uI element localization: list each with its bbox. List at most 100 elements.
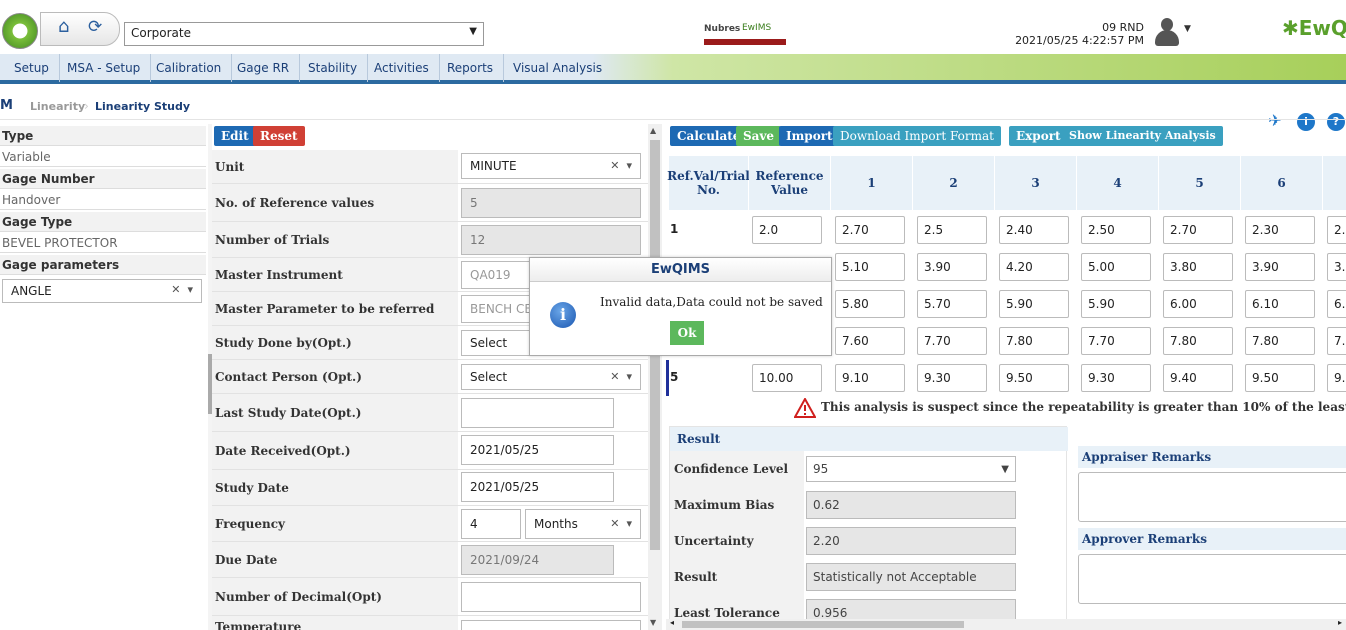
trial-value-input[interactable]: 5.10 — [835, 253, 905, 281]
trial-value-input[interactable]: 3.90 — [1245, 253, 1315, 281]
trial-value-input[interactable]: 9.50 — [999, 364, 1069, 392]
scroll-down-icon[interactable]: ▼ — [650, 618, 656, 627]
trial-value-input[interactable]: 9.50 — [1245, 364, 1315, 392]
trial-value-input[interactable]: 5.70 — [917, 290, 987, 318]
trial-value-input[interactable]: 6.10 — [1245, 290, 1315, 318]
repeatability-warning: This analysis is suspect since the repea… — [821, 400, 1346, 414]
unit-select[interactable]: MINUTE ✕ ▾ — [461, 153, 641, 179]
gage-params-select[interactable]: ANGLE ✕ ▾ — [2, 279, 202, 303]
company-select[interactable]: Corporate ▼ — [124, 22, 484, 46]
trial-value-input[interactable]: 5.90 — [1081, 290, 1151, 318]
trial-value-input[interactable]: 9.40 — [1163, 364, 1233, 392]
menu-msa-setup[interactable]: MSA - Setup — [57, 54, 152, 82]
num-ref-label: No. of Reference values — [212, 184, 458, 221]
menu-visual-analysis[interactable]: Visual Analysis — [503, 54, 612, 82]
scroll-right-icon[interactable]: ▸ — [1338, 618, 1342, 627]
reset-button[interactable]: Reset — [253, 126, 305, 146]
menu-calibration[interactable]: Calibration — [146, 54, 233, 82]
trial-value-input[interactable]: 9.30 — [1081, 364, 1151, 392]
clear-caret-icon[interactable]: ✕ ▾ — [610, 159, 632, 172]
breadcrumb-parent[interactable]: Linearity — [30, 100, 85, 113]
trial-value-input[interactable]: 2.30 — [1245, 216, 1315, 244]
trial-value-input[interactable]: 2.70 — [1163, 216, 1233, 244]
export-button[interactable]: Export — [1009, 126, 1068, 146]
trial-value-input[interactable]: 6.0 — [1327, 290, 1346, 318]
last-study-field[interactable] — [461, 398, 614, 428]
trial-value-input[interactable]: 2.5 — [1327, 216, 1346, 244]
trial-value-input[interactable]: 3.90 — [917, 253, 987, 281]
contact-select[interactable]: Select ✕ ▾ — [461, 364, 641, 390]
date-recv-row: Date Received(Opt.) 2021/05/25 — [212, 432, 648, 470]
trial-value-input[interactable]: 9.30 — [917, 364, 987, 392]
num-trials-field: 12 — [461, 225, 641, 255]
trial-value-input[interactable]: 3.9 — [1327, 253, 1346, 281]
trial-value-input[interactable]: 7.80 — [1163, 327, 1233, 355]
trial-value-input[interactable]: 5.80 — [835, 290, 905, 318]
decimal-field[interactable] — [461, 582, 641, 612]
breadcrumb-separator-icon: › — [84, 99, 89, 113]
avatar[interactable] — [1152, 16, 1182, 46]
date-recv-field[interactable]: 2021/05/25 — [461, 435, 614, 465]
menu-gage-rr[interactable]: Gage RR — [227, 54, 301, 82]
menu-reports[interactable]: Reports — [437, 54, 505, 82]
trial-value-input[interactable]: 5.90 — [999, 290, 1069, 318]
download-import-format-button[interactable]: Download Import Format — [833, 126, 1001, 146]
breadcrumb-current: Linearity Study — [95, 100, 191, 113]
show-linearity-analysis-button[interactable]: Show Linearity Analysis — [1062, 126, 1223, 146]
save-button[interactable]: Save — [736, 126, 782, 146]
trial-value-input[interactable]: 7.8 — [1327, 327, 1346, 355]
temperature-field[interactable] — [461, 620, 641, 630]
trial-value-input[interactable]: 2.70 — [835, 216, 905, 244]
temperature-label: Temperature — [212, 616, 458, 630]
import-button[interactable]: Import — [779, 126, 840, 146]
menu-activities[interactable]: Activities — [364, 54, 440, 82]
frequency-unit-select[interactable]: Months ✕ ▾ — [525, 509, 641, 539]
trial-value-input[interactable]: 4.20 — [999, 253, 1069, 281]
current-datetime: 2021/05/25 4:22:57 PM — [1015, 34, 1144, 47]
clear-caret-icon[interactable]: ✕ ▾ — [610, 517, 632, 530]
menu-setup[interactable]: Setup — [4, 54, 60, 82]
partner-logo: Nubres EwIMS — [704, 23, 786, 45]
trial-value-input[interactable]: 2.50 — [1081, 216, 1151, 244]
frequency-field[interactable]: 4 — [461, 509, 521, 539]
frequency-label: Frequency — [212, 506, 458, 541]
reference-value-input[interactable]: 10.00 — [752, 364, 822, 392]
confidence-row: Confidence Level 95 ▼ — [670, 451, 1068, 487]
trial-value-input[interactable]: 7.70 — [1081, 327, 1151, 355]
clear-caret-icon[interactable]: ✕ ▾ — [610, 370, 632, 383]
scroll-up-icon[interactable]: ▲ — [650, 126, 656, 135]
study-form: Edit Reset Unit MINUTE ✕ ▾ No. of Refere… — [212, 124, 648, 630]
study-date-row: Study Date 2021/05/25 — [212, 470, 648, 506]
reference-value-input[interactable]: 2.0 — [752, 216, 822, 244]
caret-down-icon[interactable]: ▼ — [1184, 24, 1191, 34]
column-header: 2 — [913, 156, 995, 210]
scroll-left-icon[interactable]: ◂ — [670, 618, 674, 627]
edit-button[interactable]: Edit — [214, 126, 256, 146]
form-scrollbar[interactable]: ▲ ▼ — [648, 124, 662, 630]
appraiser-remarks-input[interactable] — [1078, 472, 1346, 522]
study-date-field[interactable]: 2021/05/25 — [461, 472, 614, 502]
breadcrumb-root[interactable]: M — [0, 98, 13, 113]
trial-value-input[interactable]: 7.80 — [1245, 327, 1315, 355]
ok-button[interactable]: Ok — [670, 321, 704, 345]
trial-value-input[interactable]: 9.5 — [1327, 364, 1346, 392]
menu-stability[interactable]: Stability — [298, 54, 369, 82]
trial-value-input[interactable]: 5.00 — [1081, 253, 1151, 281]
clear-caret-icon[interactable]: ✕ ▾ — [171, 283, 193, 296]
trial-value-input[interactable]: 7.60 — [835, 327, 905, 355]
trial-value-input[interactable]: 6.00 — [1163, 290, 1233, 318]
trial-value-input[interactable]: 7.80 — [999, 327, 1069, 355]
trial-value-input[interactable]: 3.80 — [1163, 253, 1233, 281]
confidence-select[interactable]: 95 ▼ — [806, 456, 1016, 482]
company-select-value: Corporate — [131, 26, 191, 40]
trial-value-input[interactable]: 2.5 — [917, 216, 987, 244]
home-icon[interactable]: ⌂ — [58, 18, 78, 36]
horizontal-scrollbar[interactable]: ◂ ▸ — [666, 618, 1346, 630]
trial-value-input[interactable]: 9.10 — [835, 364, 905, 392]
max-bias-value: 0.62 — [806, 491, 1016, 519]
trial-value-input[interactable]: 7.70 — [917, 327, 987, 355]
approver-remarks-input[interactable] — [1078, 554, 1346, 604]
trial-value-input[interactable]: 2.40 — [999, 216, 1069, 244]
refresh-icon[interactable]: ⟳ — [88, 18, 106, 36]
confidence-label: Confidence Level — [670, 451, 804, 487]
